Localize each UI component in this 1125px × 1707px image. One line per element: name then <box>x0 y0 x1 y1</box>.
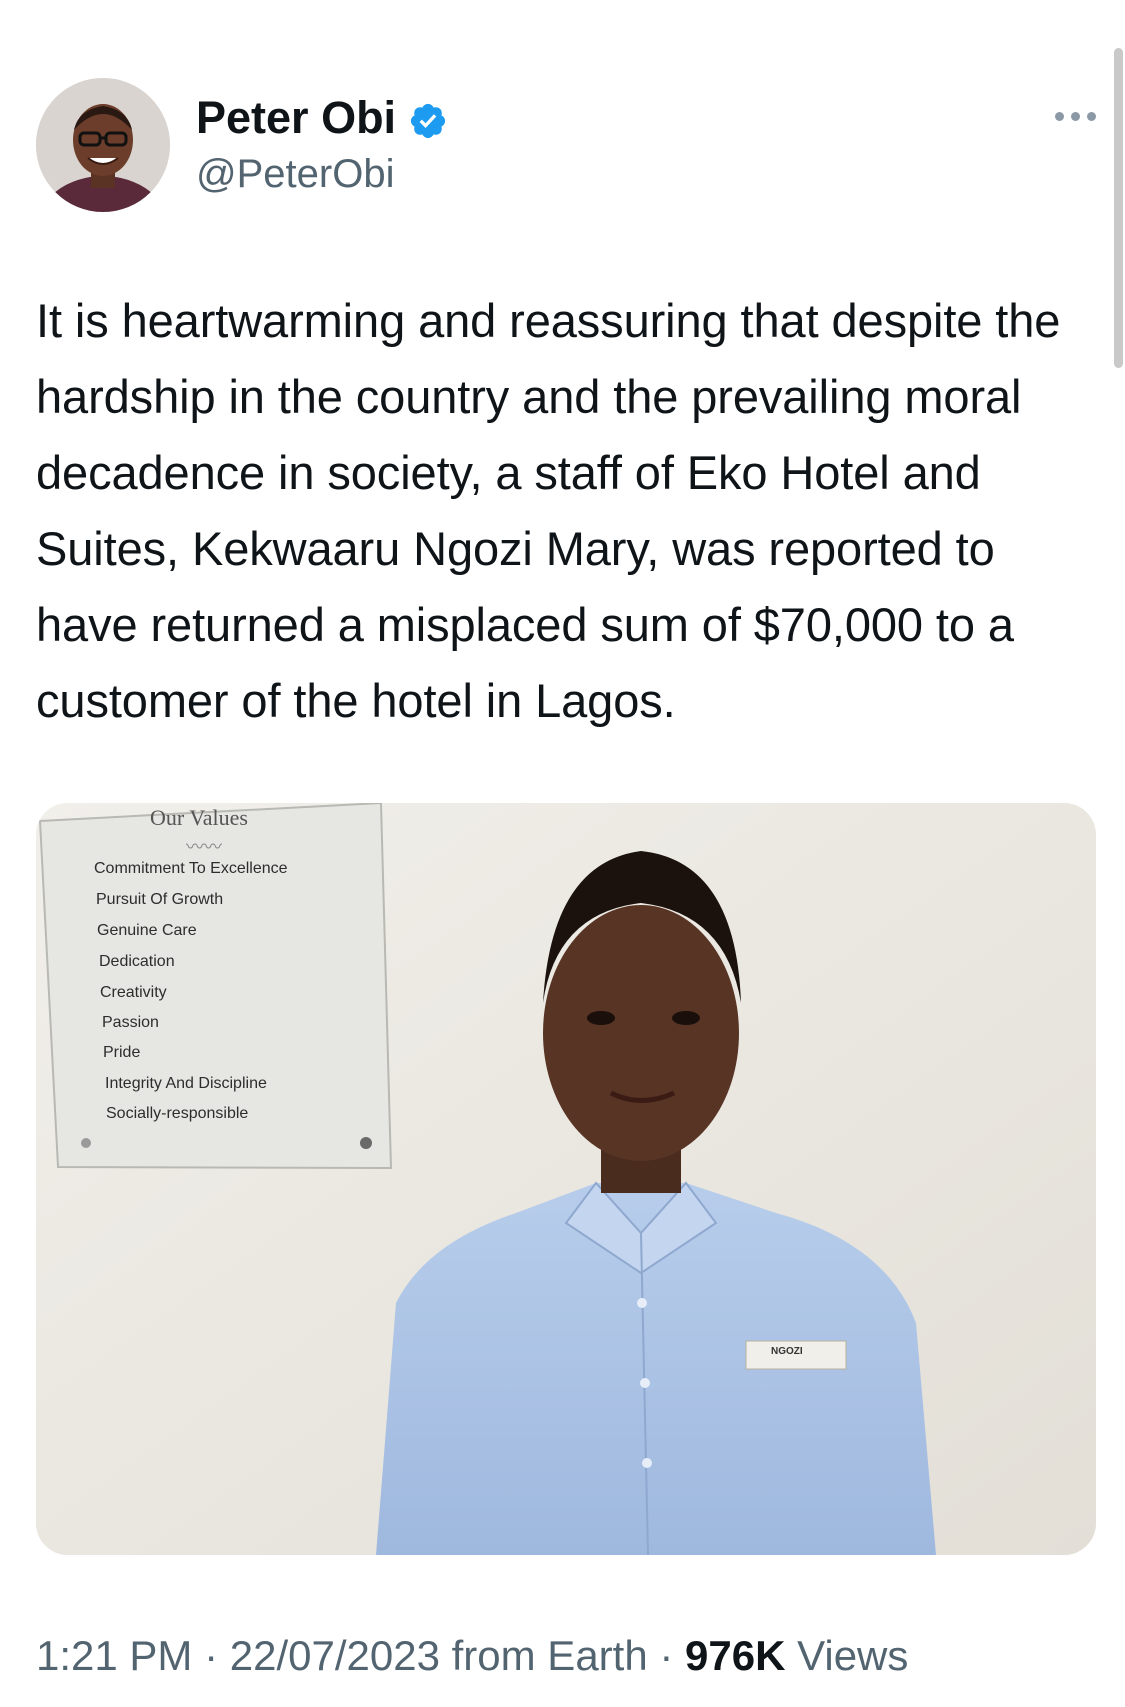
tweet-media-photo[interactable]: Our Values 〰〰 Commitment To Excellence P… <box>36 803 1096 1555</box>
views-count[interactable]: 976K <box>685 1632 785 1679</box>
plaque-item: Creativity <box>100 984 167 1001</box>
tweet-meta: 1:21 PM · 22/07/2023 from Earth · 976K V… <box>36 1628 908 1684</box>
plaque-item: Pursuit Of Growth <box>96 891 224 908</box>
meta-separator: · <box>192 1632 230 1679</box>
meta-separator: · <box>647 1632 686 1679</box>
plaque-title: Our Values <box>150 805 248 830</box>
plaque-item: Socially-responsible <box>106 1105 249 1122</box>
tweet-date[interactable]: 22/07/2023 <box>230 1632 440 1679</box>
plaque-item: Integrity And Discipline <box>105 1075 267 1092</box>
scrollbar[interactable] <box>1114 48 1123 368</box>
plaque-ornament: 〰〰 <box>186 837 222 857</box>
plaque-item: Genuine Care <box>97 922 197 939</box>
avatar[interactable] <box>36 78 170 212</box>
views-label: Views <box>785 1632 909 1679</box>
display-name[interactable]: Peter Obi <box>196 90 396 146</box>
plaque-item: Dedication <box>99 953 175 970</box>
plaque-item: Pride <box>103 1044 141 1061</box>
tweet-time[interactable]: 1:21 PM <box>36 1632 192 1679</box>
plaque-item: Commitment To Excellence <box>94 860 288 877</box>
tweet-source: from Earth <box>439 1632 648 1679</box>
name-tag-text: NGOZI <box>771 1346 803 1357</box>
verified-badge-icon <box>408 98 448 139</box>
tweet-text: It is heartwarming and reassuring that d… <box>36 294 1061 727</box>
plaque-item: Passion <box>102 1014 159 1031</box>
user-handle[interactable]: @PeterObi <box>196 148 448 200</box>
tweet-header: Peter Obi @PeterObi <box>36 78 1096 212</box>
more-options-icon[interactable] <box>1046 106 1096 126</box>
